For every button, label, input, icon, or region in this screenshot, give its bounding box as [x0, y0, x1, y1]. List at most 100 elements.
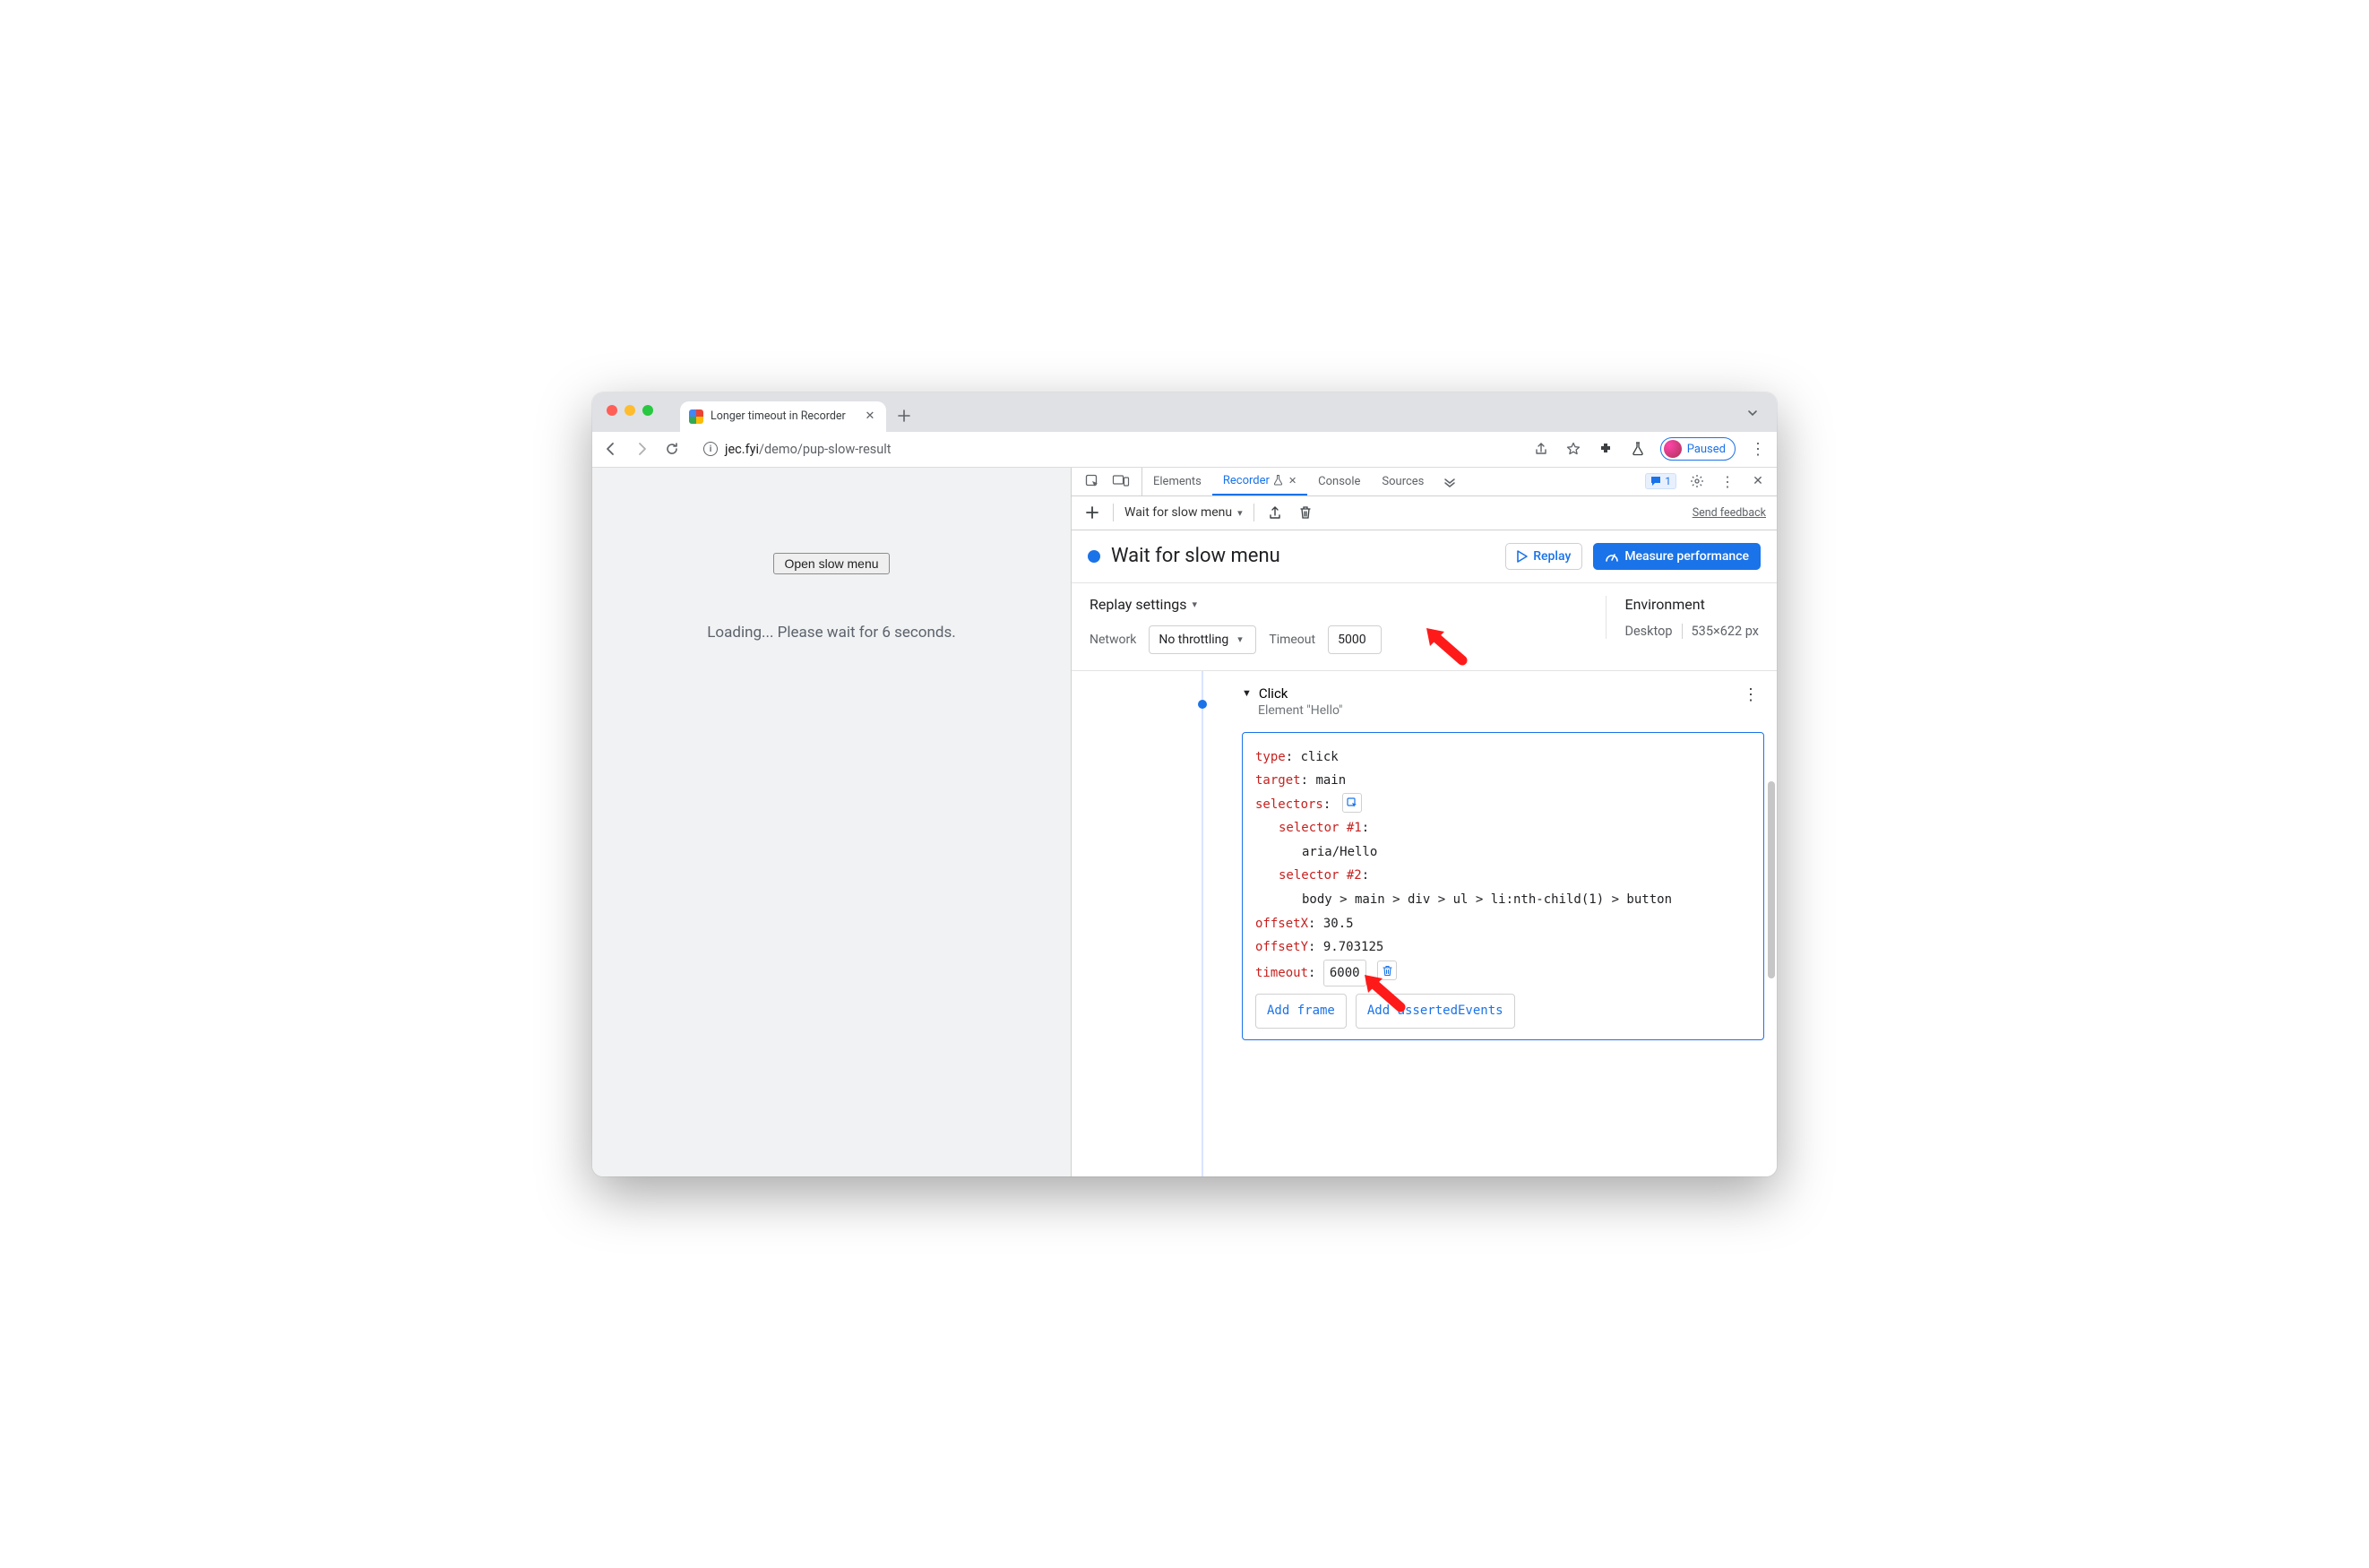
devtools-tabbar: Elements Recorder ✕ Console Sources 1: [1072, 468, 1777, 496]
tab-recorder-close[interactable]: ✕: [1288, 475, 1296, 487]
step-details: type: click target: main selectors: sele…: [1242, 732, 1764, 1041]
flow-header: Wait for slow menu Replay Measure perfor…: [1072, 530, 1777, 583]
chevron-down-icon: ▾: [1237, 633, 1243, 645]
step-subtitle: Element "Hello": [1258, 703, 1764, 718]
issues-count: 1: [1665, 475, 1671, 487]
url-path: /demo/pup-slow-result: [759, 442, 892, 457]
step-click: ⋮ ▼ Click Element "Hello" type: click ta…: [1242, 685, 1764, 1041]
chat-icon: [1650, 476, 1661, 487]
window-controls: [607, 405, 653, 416]
timeline-dot-icon: [1198, 700, 1207, 709]
chevron-down-icon: ▾: [1237, 507, 1243, 519]
delete-button[interactable]: [1296, 503, 1315, 522]
step-timeout-key: timeout: [1255, 966, 1308, 980]
forward-button[interactable]: [632, 439, 651, 459]
separator: [1253, 504, 1254, 521]
throttling-select[interactable]: No throttling ▾: [1149, 625, 1256, 654]
offsety-value[interactable]: 9.703125: [1323, 940, 1383, 954]
content-area: Open slow menu Loading... Please wait fo…: [592, 468, 1777, 1176]
step-name: Click: [1259, 685, 1288, 702]
inspect-icon[interactable]: [1082, 471, 1102, 491]
network-label: Network: [1090, 633, 1136, 647]
replay-settings-toggle[interactable]: Replay settings ▾: [1090, 596, 1606, 613]
caret-down-icon: ▾: [1193, 599, 1198, 610]
step-timeout-input[interactable]: 6000: [1323, 960, 1366, 987]
throttling-value: No throttling: [1159, 633, 1228, 647]
tab-recorder[interactable]: Recorder ✕: [1212, 468, 1307, 495]
extensions-icon[interactable]: [1596, 439, 1615, 459]
offsety-key: offsetY: [1255, 940, 1308, 954]
send-feedback-link[interactable]: Send feedback: [1693, 506, 1766, 520]
chrome-tabstrip: Longer timeout in Recorder ✕: [592, 392, 1777, 432]
target-value[interactable]: main: [1315, 773, 1346, 788]
labs-icon[interactable]: [1628, 439, 1648, 459]
browser-tab[interactable]: Longer timeout in Recorder ✕: [680, 401, 886, 432]
loading-text: Loading... Please wait for 6 seconds.: [707, 624, 955, 642]
flask-icon: [1273, 475, 1283, 486]
tab-close-button[interactable]: ✕: [863, 409, 877, 424]
environment-title: Environment: [1624, 596, 1759, 613]
step-menu-button[interactable]: ⋮: [1743, 685, 1759, 704]
profile-paused-button[interactable]: Paused: [1660, 437, 1736, 461]
timeout-label: Timeout: [1269, 633, 1315, 647]
flow-selector-label: Wait for slow menu: [1124, 505, 1232, 520]
tab-elements[interactable]: Elements: [1142, 468, 1212, 495]
open-slow-menu-button[interactable]: Open slow menu: [773, 553, 889, 574]
measure-label: Measure performance: [1624, 549, 1749, 564]
window-close-icon[interactable]: [607, 405, 617, 416]
separator: [1113, 504, 1114, 521]
recording-status-icon: [1088, 550, 1100, 563]
flow-selector[interactable]: Wait for slow menu ▾: [1124, 505, 1243, 520]
selector1-value[interactable]: aria/Hello: [1302, 845, 1377, 859]
chrome-menu-button[interactable]: ⋮: [1748, 439, 1768, 459]
replay-settings-section: Replay settings ▾ Network No throttling …: [1072, 583, 1777, 671]
environment-section: Environment Desktop 535×622 px: [1606, 596, 1759, 639]
issues-badge[interactable]: 1: [1645, 473, 1676, 489]
selectors-key: selectors: [1255, 797, 1323, 812]
devtools-close-icon[interactable]: ✕: [1748, 471, 1768, 491]
tabstrip-chevron-icon[interactable]: [1743, 403, 1762, 423]
tabs-overflow-button[interactable]: [1434, 468, 1465, 495]
devtools-menu-icon[interactable]: ⋮: [1718, 471, 1737, 491]
settings-icon[interactable]: [1687, 471, 1707, 491]
measure-performance-button[interactable]: Measure performance: [1593, 543, 1761, 570]
toolbar-right: Paused ⋮: [1531, 437, 1768, 461]
gauge-icon: [1605, 550, 1619, 563]
window-zoom-icon[interactable]: [642, 405, 653, 416]
replay-button[interactable]: Replay: [1505, 543, 1582, 570]
step-timeout-delete-button[interactable]: [1377, 961, 1397, 980]
add-asserted-events-button[interactable]: Add assertedEvents: [1356, 994, 1515, 1029]
reload-button[interactable]: [662, 439, 682, 459]
offsetx-key: offsetX: [1255, 917, 1308, 931]
select-element-button[interactable]: [1342, 793, 1362, 813]
scrollbar[interactable]: [1768, 781, 1775, 978]
flow-title: Wait for slow menu: [1111, 545, 1280, 567]
devtools-panel: Elements Recorder ✕ Console Sources 1: [1072, 468, 1777, 1176]
bookmark-icon[interactable]: [1564, 439, 1583, 459]
offsetx-value[interactable]: 30.5: [1323, 917, 1354, 931]
step-header[interactable]: ▼ Click: [1242, 685, 1764, 702]
selector1-key: selector #1: [1279, 821, 1362, 835]
site-info-icon[interactable]: i: [703, 442, 718, 456]
target-key: target: [1255, 773, 1301, 788]
tab-sources[interactable]: Sources: [1371, 468, 1434, 495]
steps-area: ⋮ ▼ Click Element "Hello" type: click ta…: [1072, 671, 1777, 1176]
timeout-value: 5000: [1338, 633, 1365, 647]
back-button[interactable]: [601, 439, 621, 459]
timeout-input[interactable]: 5000: [1328, 625, 1382, 654]
replay-label: Replay: [1533, 549, 1571, 564]
environment-viewport: 535×622 px: [1682, 624, 1759, 639]
window-minimize-icon[interactable]: [625, 405, 635, 416]
selector2-value[interactable]: body > main > div > ul > li:nth-child(1)…: [1302, 892, 1672, 907]
address-bar[interactable]: i jec.fyi/demo/pup-slow-result: [693, 435, 1520, 463]
share-icon[interactable]: [1531, 439, 1551, 459]
tab-console[interactable]: Console: [1307, 468, 1371, 495]
favicon-icon: [689, 409, 703, 424]
type-value[interactable]: click: [1301, 750, 1339, 764]
add-frame-button[interactable]: Add frame: [1255, 994, 1347, 1029]
export-button[interactable]: [1265, 503, 1285, 522]
device-toggle-icon[interactable]: [1111, 471, 1131, 491]
url-host: jec.fyi: [725, 442, 759, 457]
new-recording-button[interactable]: [1082, 503, 1102, 522]
new-tab-button[interactable]: [892, 403, 917, 428]
